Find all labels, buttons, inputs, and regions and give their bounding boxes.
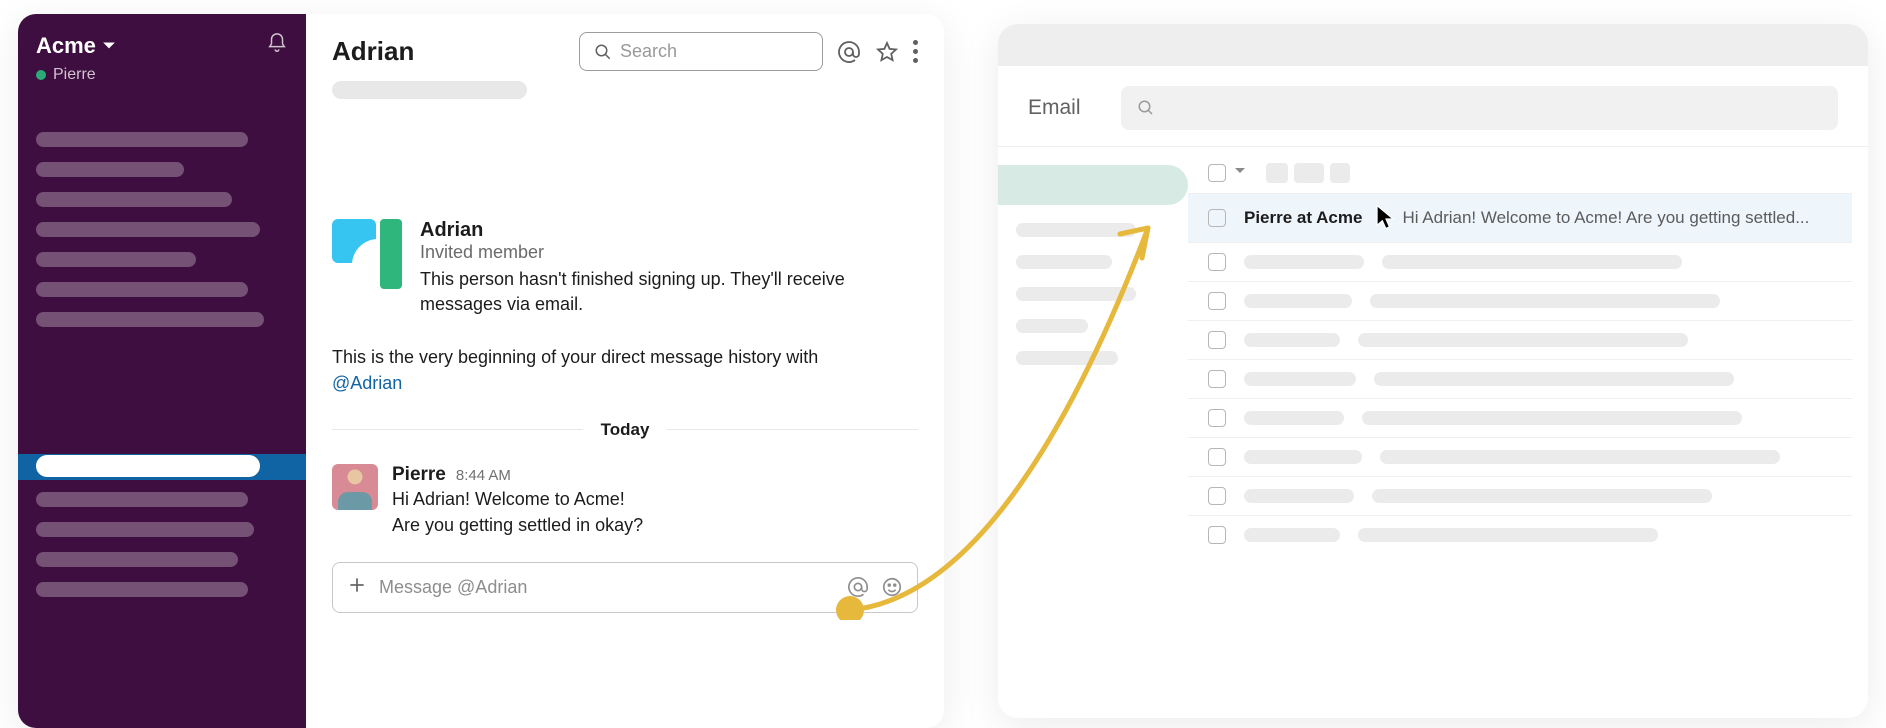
email-window: Email [998, 24, 1868, 718]
mentions-icon[interactable] [837, 40, 861, 64]
notifications-bell[interactable] [266, 32, 288, 59]
message-avatar[interactable] [332, 464, 378, 510]
sidebar-item[interactable] [36, 522, 254, 537]
intro-description: This person hasn't finished signing up. … [420, 267, 880, 317]
email-row[interactable] [1188, 515, 1852, 554]
search-input[interactable]: Search [579, 32, 823, 71]
email-heading: Email [1028, 96, 1081, 120]
email-search-input[interactable] [1121, 86, 1838, 130]
email-row-highlighted[interactable]: Pierre at Acme Hi Adrian! Welcome to Acm… [1188, 193, 1852, 242]
message-line: Hi Adrian! Welcome to Acme! [392, 486, 643, 512]
dm-title[interactable]: Adrian [332, 36, 414, 67]
sidebar-section-1 [36, 132, 288, 327]
email-row[interactable] [1188, 320, 1852, 359]
dm-begin-text: This is the very beginning of your direc… [332, 347, 818, 367]
user-mention[interactable]: @Adrian [332, 373, 402, 393]
sidebar-item-active[interactable] [36, 455, 260, 477]
current-user-name: Pierre [53, 66, 96, 84]
slack-main: Adrian Search [306, 14, 944, 728]
email-row-checkbox[interactable] [1208, 292, 1226, 310]
dm-intro: Adrian Invited member This person hasn't… [332, 219, 918, 317]
sidebar-item[interactable] [36, 162, 184, 177]
header-subtitle-placeholder [332, 81, 527, 99]
toolbar-actions[interactable] [1266, 163, 1350, 183]
email-row-sender: Pierre at Acme [1244, 208, 1362, 228]
chevron-down-icon [102, 39, 116, 53]
select-all-dropdown[interactable] [1234, 164, 1246, 182]
sidebar-item[interactable] [36, 222, 260, 237]
message-composer[interactable]: Message @Adrian [332, 562, 918, 613]
message-author[interactable]: Pierre [392, 464, 446, 486]
slack-sidebar: Acme Pierre [18, 14, 306, 728]
email-row[interactable] [1188, 476, 1852, 515]
email-row[interactable] [1188, 242, 1852, 281]
star-icon[interactable] [875, 40, 899, 64]
date-divider-label: Today [583, 420, 668, 440]
cursor-icon [1374, 204, 1396, 232]
email-row-checkbox[interactable] [1208, 448, 1226, 466]
composer-placeholder: Message @Adrian [379, 577, 835, 598]
bell-icon [266, 32, 288, 54]
intro-role: Invited member [420, 242, 880, 263]
email-row-snippet: Hi Adrian! Welcome to Acme! Are you gett… [1402, 208, 1809, 228]
email-sidebar-item[interactable] [1016, 351, 1118, 365]
email-row[interactable] [1188, 437, 1852, 476]
email-sidebar-item[interactable] [1016, 223, 1136, 237]
sidebar-item[interactable] [36, 552, 238, 567]
slack-channel-header: Adrian Search [306, 14, 944, 75]
sidebar-item[interactable] [36, 132, 248, 147]
sidebar-item[interactable] [36, 492, 248, 507]
workspace-name: Acme [36, 33, 96, 59]
message-timestamp[interactable]: 8:44 AM [456, 467, 511, 484]
email-row-checkbox[interactable] [1208, 253, 1226, 271]
email-sidebar [998, 147, 1188, 554]
email-sidebar-item[interactable] [1016, 287, 1136, 301]
email-sidebar-item-active[interactable] [998, 165, 1188, 205]
emoji-icon[interactable] [881, 576, 903, 598]
email-row-checkbox[interactable] [1208, 487, 1226, 505]
sidebar-section-2 [36, 492, 254, 612]
at-mention-icon[interactable] [847, 576, 869, 598]
search-icon [594, 43, 612, 61]
email-row-checkbox[interactable] [1208, 409, 1226, 427]
email-message-list: Pierre at Acme Hi Adrian! Welcome to Acm… [1188, 147, 1868, 554]
sidebar-item[interactable] [36, 192, 232, 207]
sidebar-item[interactable] [36, 282, 248, 297]
sidebar-item[interactable] [36, 312, 264, 327]
email-row[interactable] [1188, 359, 1852, 398]
sidebar-item[interactable] [36, 252, 196, 267]
profile-avatar-placeholder [332, 219, 402, 289]
email-row-checkbox[interactable] [1208, 370, 1226, 388]
workspace-switcher[interactable]: Acme [36, 33, 116, 59]
email-sidebar-item[interactable] [1016, 255, 1112, 269]
message: Pierre 8:44 AM Hi Adrian! Welcome to Acm… [332, 464, 918, 538]
search-icon [1137, 99, 1155, 117]
email-sidebar-item[interactable] [1016, 319, 1088, 333]
select-all-checkbox[interactable] [1208, 164, 1226, 182]
message-line: Are you getting settled in okay? [392, 512, 643, 538]
intro-name: Adrian [420, 219, 880, 242]
date-divider: Today [332, 420, 918, 440]
email-titlebar [998, 24, 1868, 66]
dm-history-begin: This is the very beginning of your direc… [332, 345, 892, 395]
presence-dot-icon [36, 70, 46, 80]
composer-attach-button[interactable] [347, 575, 367, 600]
slack-window: Acme Pierre [18, 14, 944, 728]
email-row[interactable] [1188, 398, 1852, 437]
plus-icon [347, 575, 367, 595]
caret-down-icon [1234, 165, 1246, 177]
email-row-checkbox[interactable] [1208, 526, 1226, 544]
sidebar-item[interactable] [36, 582, 248, 597]
search-placeholder: Search [620, 41, 677, 62]
current-user-presence[interactable]: Pierre [36, 66, 288, 84]
more-actions-button[interactable] [913, 40, 918, 63]
email-row-checkbox[interactable] [1208, 331, 1226, 349]
email-row-checkbox[interactable] [1208, 209, 1226, 227]
email-toolbar [1188, 163, 1852, 193]
email-row[interactable] [1188, 281, 1852, 320]
